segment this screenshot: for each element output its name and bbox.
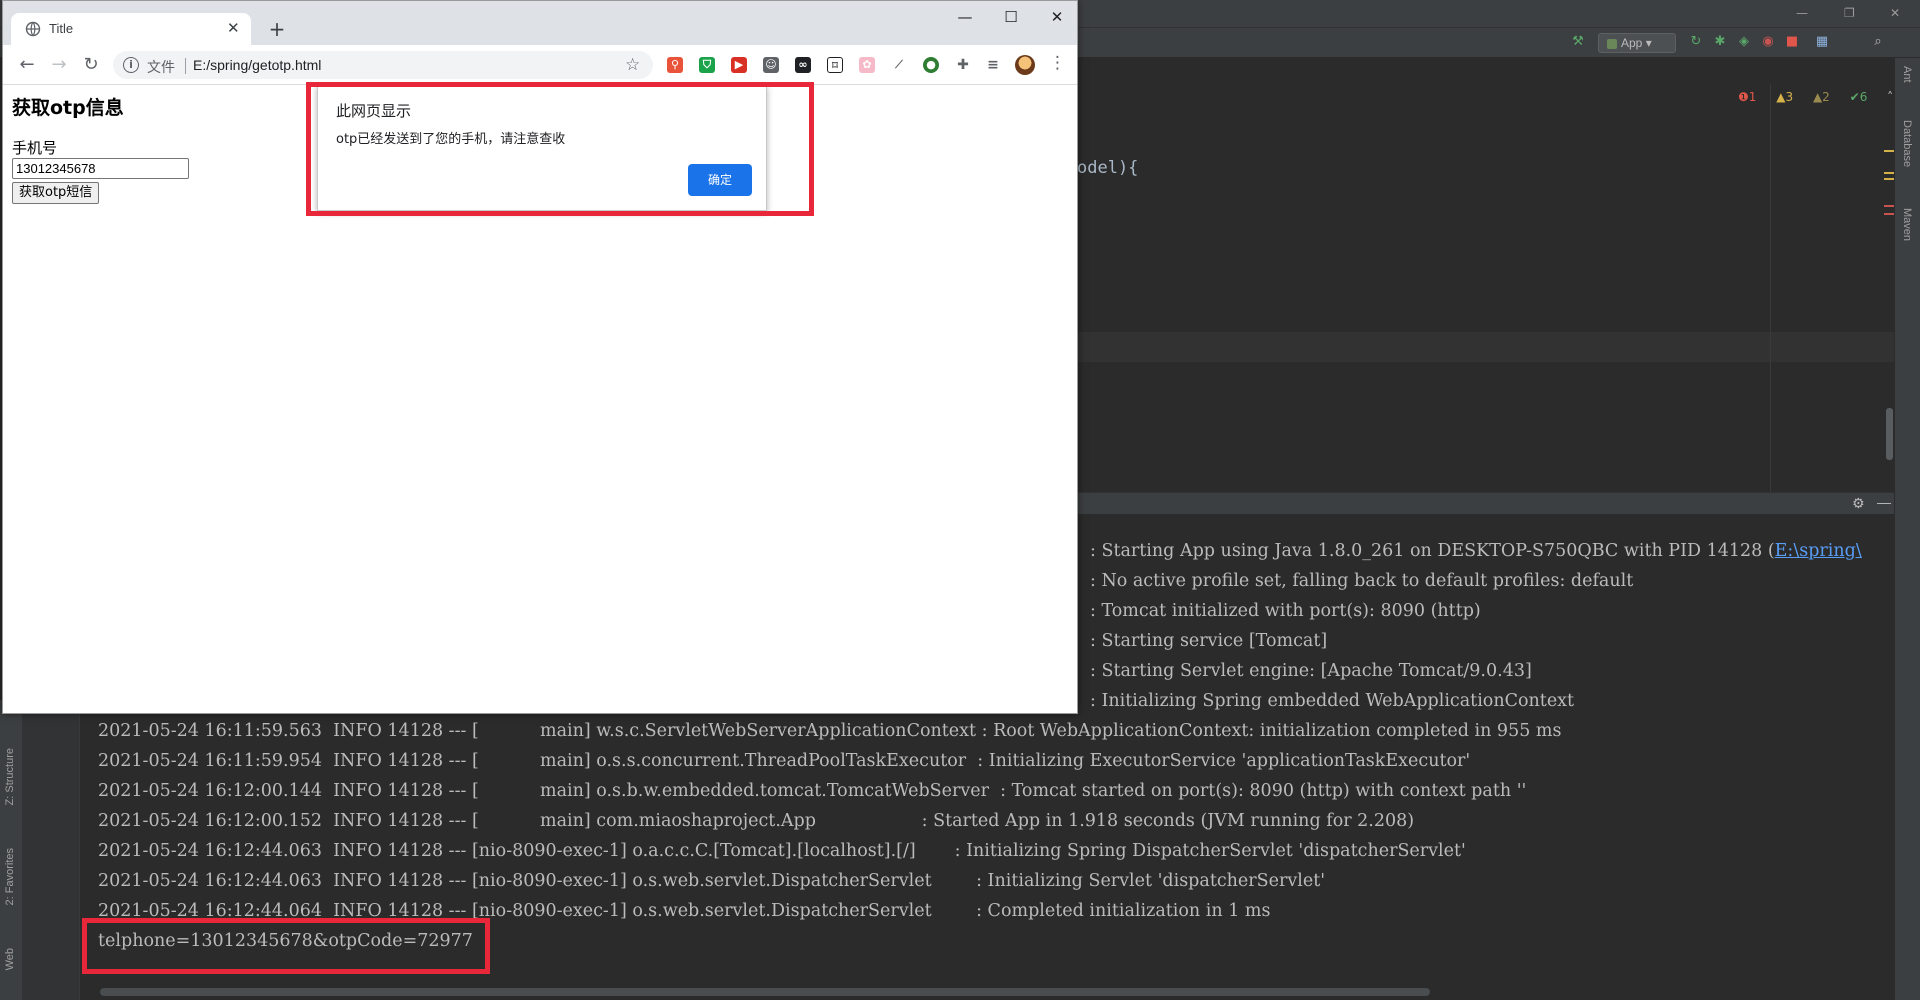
get-otp-button[interactable]: 获取otp短信 (12, 182, 100, 204)
extension-globe-icon[interactable]: ● (923, 57, 939, 73)
tool-window-structure[interactable]: Z: Structure (4, 748, 16, 805)
run-configuration-select[interactable]: App ▾ (1598, 33, 1676, 53)
phone-label: 手机号 (12, 139, 58, 157)
browser-close-button[interactable]: ✕ (1042, 5, 1072, 29)
right-margin-guide (1770, 84, 1771, 492)
error-count-icon: ❶1 (1738, 90, 1757, 104)
tool-window-ant[interactable]: Ant (1901, 66, 1913, 83)
extension-pink-icon[interactable]: ✿ (859, 57, 875, 73)
globe-icon (25, 21, 41, 37)
otp-output-highlight (82, 918, 490, 974)
tool-window-database[interactable]: Database (1901, 120, 1913, 167)
ide-close-button[interactable]: ✕ (1890, 6, 1900, 20)
ide-restore-button[interactable]: ❐ (1844, 6, 1855, 20)
weak-warning-count-icon: ▲2 (1812, 90, 1830, 104)
settings-gear-icon[interactable]: ⚙ (1852, 496, 1865, 512)
console-log-line: 2021-05-24 16:11:59.563 INFO 14128 --- [… (98, 721, 1562, 741)
console-log-line: 2021-05-24 16:12:44.063 INFO 14128 --- [… (98, 871, 1326, 891)
extensions-puzzle-icon[interactable]: ✚ (955, 57, 971, 73)
app-config-icon (1607, 38, 1617, 49)
extension-glasses-icon[interactable]: ∞ (795, 57, 811, 73)
console-log-line: : Initializing Spring embedded WebApplic… (1090, 691, 1575, 711)
browser-toolbar: ← → ↻ i 文件 E:/spring/getotp.html ☆ ⚲ ⛉ ▶… (3, 45, 1077, 85)
phone-input[interactable] (12, 158, 189, 179)
run-panel-header (1077, 492, 1894, 514)
left-tool-window-strip: Z: Structure 2: Favorites Web (0, 700, 22, 1000)
browser-menu-icon[interactable]: ⋮ (1049, 53, 1066, 73)
browser-tab[interactable]: Title ✕ (11, 13, 251, 45)
right-tool-window-strip: Ant Database Maven (1894, 58, 1920, 1000)
code-fragment: odel){ (1077, 158, 1139, 178)
tab-title: Title (49, 21, 74, 36)
bookmark-star-icon[interactable]: ☆ (625, 55, 640, 75)
url-scheme-label: 文件 (147, 60, 175, 76)
new-tab-button[interactable]: + (265, 17, 289, 41)
extension-media-icon[interactable]: ▶ (731, 57, 747, 73)
hide-panel-icon[interactable]: — (1877, 494, 1891, 510)
browser-minimize-button[interactable]: — (950, 5, 980, 29)
console-log-line: : Starting service [Tomcat] (1090, 631, 1328, 651)
warning-count-icon: ▲3 (1776, 90, 1794, 104)
run-config-label: App (1621, 36, 1643, 50)
profile-avatar[interactable] (1015, 55, 1035, 75)
coverage-icon[interactable]: ◈ (1736, 34, 1752, 50)
browser-tab-strip: Title ✕ + — ☐ ✕ (3, 1, 1077, 45)
extension-leaf-icon[interactable]: ⟋ (891, 57, 907, 73)
back-arrow-icon[interactable]: ← (15, 53, 39, 77)
reload-icon[interactable]: ↻ (79, 53, 103, 77)
console-log-line: : Starting Servlet engine: [Apache Tomca… (1090, 661, 1532, 681)
extension-robot-icon[interactable]: ☺ (763, 57, 779, 73)
address-separator (185, 58, 186, 74)
debug-icon[interactable]: ✱ (1712, 34, 1728, 50)
error-count: 1 (1748, 90, 1757, 104)
tab-close-icon[interactable]: ✕ (227, 19, 240, 37)
ok-count-icon: ✔6 (1849, 90, 1868, 104)
page-title: 获取otp信息 (12, 97, 124, 119)
project-structure-icon[interactable]: ▦ (1814, 34, 1830, 50)
ok-count: 6 (1859, 90, 1868, 104)
extension-shield-icon[interactable]: ⛉ (699, 57, 715, 73)
tool-window-favorites[interactable]: 2: Favorites (4, 848, 16, 905)
url-text[interactable]: E:/spring/getotp.html (193, 57, 321, 73)
search-everywhere-icon[interactable]: ⌕ (1870, 34, 1886, 50)
editor-scrollbar[interactable] (1886, 408, 1893, 460)
console-gutter (22, 700, 80, 1000)
console-log-line: : Tomcat initialized with port(s): 8090 … (1090, 601, 1481, 621)
console-horizontal-scrollbar[interactable] (100, 988, 1430, 996)
console-log-line: : Starting App using Java 1.8.0_261 on D… (1090, 536, 1862, 566)
warning-count: 3 (1785, 90, 1794, 104)
forward-arrow-icon[interactable]: → (47, 53, 71, 77)
reading-list-icon[interactable]: ≡ (985, 57, 1001, 73)
inspection-widget[interactable]: ❶1 ▲3 ▲2 ✔6 ˄ ˅ (1738, 90, 1919, 104)
browser-maximize-button[interactable]: ☐ (996, 5, 1026, 29)
dialog-highlight (306, 82, 814, 216)
ide-minimize-button[interactable]: — (1796, 6, 1808, 20)
extension-sitemap-icon[interactable]: ⚲ (667, 57, 683, 73)
console-log-line: 2021-05-24 16:12:00.152 INFO 14128 --- [… (98, 811, 1415, 831)
extension-bookmark-icon[interactable]: ⌑ (827, 57, 843, 73)
address-bar[interactable]: i 文件 E:/spring/getotp.html ☆ (113, 51, 653, 79)
stop-icon[interactable]: ■ (1784, 34, 1800, 50)
console-log-line: : No active profile set, falling back to… (1090, 571, 1634, 591)
prev-highlight-icon[interactable]: ˄ (1887, 90, 1893, 104)
log-text: : Starting App using Java 1.8.0_261 on D… (1090, 541, 1775, 561)
console-log-line: 2021-05-24 16:12:00.144 INFO 14128 --- [… (98, 781, 1527, 801)
build-hammer-icon[interactable]: ⚒ (1570, 34, 1586, 50)
tool-window-maven[interactable]: Maven (1901, 208, 1913, 241)
weak-warning-count: 2 (1822, 90, 1830, 104)
profile-icon[interactable]: ◉ (1760, 34, 1776, 50)
console-log-line: 2021-05-24 16:12:44.063 INFO 14128 --- [… (98, 841, 1466, 861)
info-icon[interactable]: i (123, 57, 139, 73)
rerun-icon[interactable]: ↻ (1688, 34, 1704, 50)
current-line-highlight (1077, 332, 1894, 362)
console-log-line: 2021-05-24 16:11:59.954 INFO 14128 --- [… (98, 751, 1471, 771)
tool-window-web[interactable]: Web (4, 948, 16, 970)
log-file-link[interactable]: E:\spring\ (1775, 541, 1862, 561)
